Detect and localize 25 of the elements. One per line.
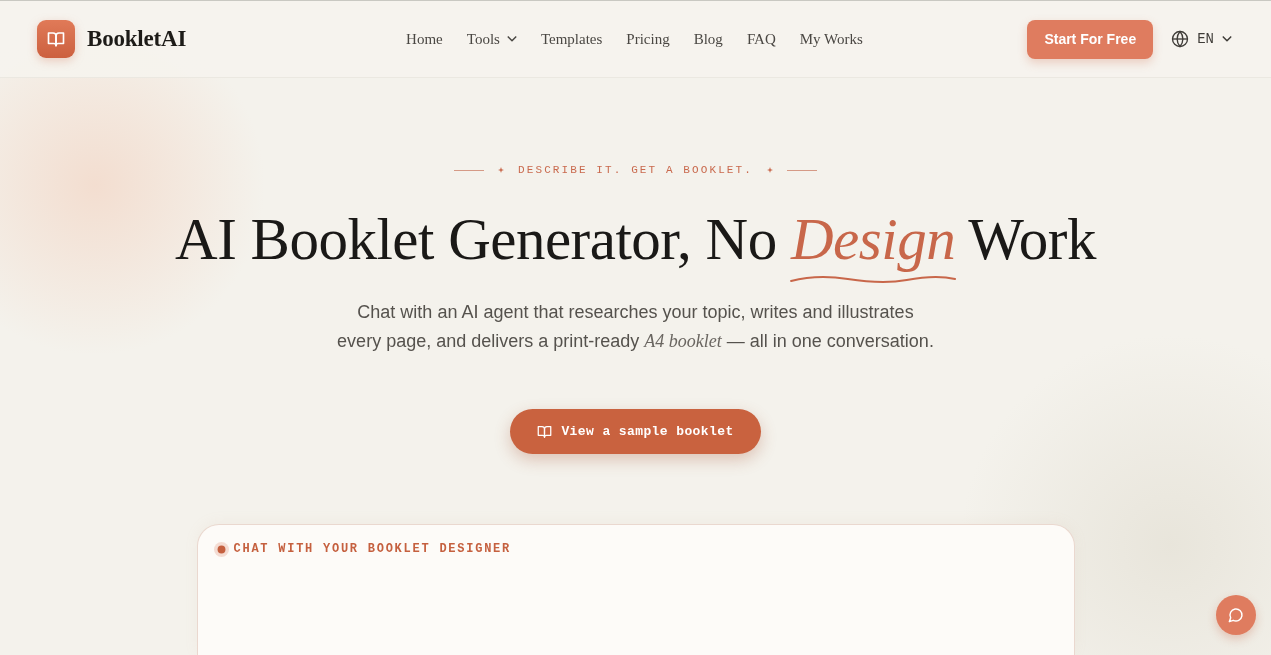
nav-link[interactable]: Blog: [693, 27, 723, 51]
chat-panel-title: CHAT WITH YOUR BOOKLET DESIGNER: [233, 541, 511, 558]
squiggle-underline-icon: [789, 275, 958, 285]
nav-link[interactable]: My Works: [799, 27, 863, 51]
nav-dropdown[interactable]: Tools: [466, 27, 517, 51]
chevron-down-icon: [506, 34, 517, 44]
nav-link[interactable]: Home: [406, 27, 443, 51]
status-dot-icon: [213, 541, 229, 557]
chat-button[interactable]: [1216, 595, 1256, 635]
brand-name[interactable]: BookletAI: [87, 21, 187, 57]
book-logo-icon[interactable]: [37, 20, 75, 58]
chat-bubble-icon: [1228, 607, 1244, 623]
chevron-down-icon: [1222, 34, 1232, 44]
nav-link[interactable]: FAQ: [746, 27, 776, 51]
book-icon: [537, 424, 553, 439]
hero-description: Chat with an AI agent that researches your topic, writes and illustrates every page, and delivers a print-ready A4 booklet — all in one conversation.: [336, 301, 935, 353]
nav-link[interactable]: Pricing: [626, 27, 670, 51]
nav-link[interactable]: Templates: [540, 27, 603, 51]
view-sample-button[interactable]: View a sample booklet: [510, 409, 761, 454]
eyebrow-tagline: DESCRIBE IT. GET A BOOKLET.: [518, 163, 753, 178]
hero-heading: AI Booklet Generator, No Design Work: [175, 207, 1096, 271]
globe-icon: [1171, 30, 1190, 48]
sparkle-icon: [498, 167, 505, 173]
language-selector[interactable]: EN: [1171, 28, 1232, 50]
sparkle-icon: [766, 167, 773, 173]
